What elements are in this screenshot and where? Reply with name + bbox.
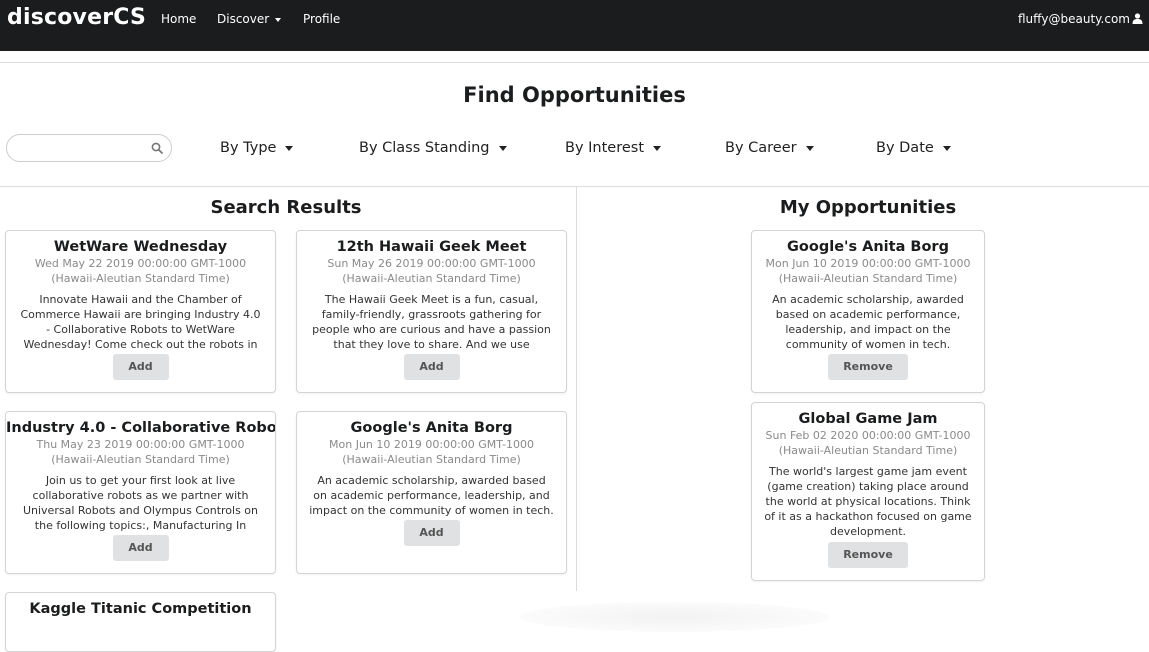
card-title: Industry 4.0 - Collaborative Robots <box>6 420 276 436</box>
card-title: Kaggle Titanic Competition <box>29 601 252 617</box>
opportunity-card: WetWare Wednesday Wed May 22 2019 00:00:… <box>5 230 276 393</box>
card-date: Thu May 23 2019 00:00:00 GMT-1000 (Hawai… <box>36 438 245 466</box>
add-button[interactable]: Add <box>112 354 169 380</box>
card-title: Google's Anita Borg <box>787 239 949 255</box>
opportunity-card: 12th Hawaii Geek Meet Sun May 26 2019 00… <box>296 230 567 393</box>
page-title: Find Opportunities <box>463 83 686 107</box>
card-description: The Hawaii Geek Meet is a fun, casual, f… <box>312 293 551 351</box>
card-title: WetWare Wednesday <box>53 239 228 255</box>
my-opportunities-title: My Opportunities <box>779 197 957 218</box>
card-date: Mon Jun 10 2019 00:00:00 GMT-1000 (Hawai… <box>329 438 534 466</box>
filter-label: By Date <box>876 140 934 156</box>
card-date: Sun May 26 2019 00:00:00 GMT-1000 (Hawai… <box>327 257 536 285</box>
filter-label: By Career <box>725 140 797 156</box>
nav-discover-label: Discover <box>217 12 270 26</box>
search-icon <box>151 142 163 154</box>
my-opportunity-card: Google's Anita Borg Mon Jun 10 2019 00:0… <box>751 230 985 393</box>
decorative-shadow <box>520 602 830 632</box>
nav-discover-dropdown[interactable]: Discover <box>217 12 282 26</box>
card-description: Join us to get your first look at live c… <box>22 474 259 532</box>
header-divider <box>0 62 1149 63</box>
search-box[interactable] <box>6 134 172 162</box>
my-opportunity-card: Global Game Jam Sun Feb 02 2020 00:00:00… <box>751 402 985 581</box>
card-description: Innovate Hawaii and the Chamber of Comme… <box>20 293 261 351</box>
filter-by-type[interactable]: By Type <box>220 140 294 156</box>
opportunity-card: Google's Anita Borg Mon Jun 10 2019 00:0… <box>296 411 567 574</box>
brand-logo[interactable]: discoverCS <box>7 5 146 30</box>
card-title: Global Game Jam <box>798 411 938 427</box>
chevron-down-icon <box>805 145 814 151</box>
user-icon <box>1132 13 1143 24</box>
user-email: fluffy@beauty.com <box>1017 12 1130 26</box>
filter-by-career[interactable]: By Career <box>725 140 814 156</box>
chevron-down-icon <box>653 145 662 151</box>
filter-label: By Type <box>220 140 277 156</box>
chevron-down-icon <box>942 145 951 151</box>
card-description: The world's largest game jam event (game… <box>764 465 972 538</box>
nav-home-label: Home <box>161 12 197 26</box>
chevron-down-icon <box>285 145 294 151</box>
filter-by-date[interactable]: By Date <box>876 140 951 156</box>
opportunity-card: Industry 4.0 - Collaborative Robots Thu … <box>5 411 276 574</box>
card-title: Google's Anita Borg <box>350 420 513 436</box>
filter-label: By Class Standing <box>359 140 490 156</box>
filter-label: By Interest <box>565 140 645 156</box>
card-date: Wed May 22 2019 00:00:00 GMT-1000 (Hawai… <box>34 257 247 285</box>
opportunity-card: Kaggle Titanic Competition <box>5 592 276 652</box>
add-button[interactable]: Add <box>403 520 460 546</box>
top-navbar: discoverCS Home Discover Profile fluffy@… <box>0 0 1149 51</box>
search-input[interactable] <box>19 136 158 162</box>
search-results-title: Search Results <box>210 197 362 218</box>
add-button[interactable]: Add <box>112 535 169 561</box>
user-menu[interactable]: fluffy@beauty.com <box>1018 12 1143 26</box>
filter-by-interest[interactable]: By Interest <box>565 140 662 156</box>
filters-divider <box>0 186 1149 187</box>
card-date: Sun Feb 02 2020 00:00:00 GMT-1000 (Hawai… <box>765 429 971 457</box>
chevron-down-icon <box>498 145 507 151</box>
nav-profile-label: Profile <box>303 12 341 26</box>
chevron-down-icon <box>275 17 282 22</box>
column-divider <box>576 187 577 591</box>
nav-home[interactable]: Home <box>161 12 196 26</box>
card-title: 12th Hawaii Geek Meet <box>336 239 527 255</box>
nav-profile[interactable]: Profile <box>303 12 340 26</box>
card-description: An academic scholarship, awarded based o… <box>772 293 964 351</box>
card-description: An academic scholarship, awarded based o… <box>309 474 554 517</box>
remove-button[interactable]: Remove <box>828 542 908 568</box>
add-button[interactable]: Add <box>403 354 460 380</box>
filter-by-class-standing[interactable]: By Class Standing <box>359 140 507 156</box>
remove-button[interactable]: Remove <box>828 354 908 380</box>
card-date: Mon Jun 10 2019 00:00:00 GMT-1000 (Hawai… <box>765 257 971 285</box>
